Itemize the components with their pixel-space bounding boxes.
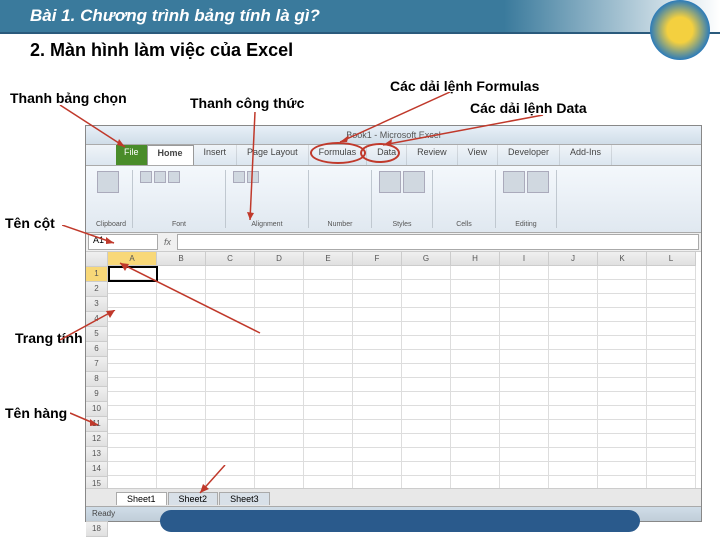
arrow-ten-hang xyxy=(70,395,105,430)
select-all[interactable] xyxy=(86,252,108,267)
logo-icon xyxy=(650,0,710,60)
ribbon-group-editing: Editing xyxy=(496,170,557,228)
ribbon-group-font: Font xyxy=(133,170,226,228)
section-subtitle: 2. Màn hình làm việc của Excel xyxy=(0,34,720,67)
arrow-ten-trang-tinh xyxy=(195,465,235,500)
col-header[interactable]: H xyxy=(451,252,500,266)
footer-bar xyxy=(160,510,640,532)
underline-icon[interactable] xyxy=(168,171,180,183)
ribbon: Clipboard Font Alignment Number Styles C… xyxy=(86,166,701,233)
col-header[interactable]: F xyxy=(353,252,402,266)
label-thanh-cong-thuc: Thanh công thức xyxy=(190,95,304,111)
arrow-o-tinh xyxy=(115,258,265,338)
fx-icon[interactable]: fx xyxy=(164,237,171,247)
oval-data xyxy=(360,143,400,163)
col-header[interactable]: L xyxy=(647,252,696,266)
format-icon[interactable] xyxy=(403,171,425,193)
paste-icon[interactable] xyxy=(97,171,119,193)
formula-bar[interactable] xyxy=(177,234,699,250)
col-header[interactable]: K xyxy=(598,252,647,266)
arrow-thanh-cong-thuc xyxy=(245,112,265,227)
tab-home[interactable]: Home xyxy=(147,145,194,165)
row-header[interactable]: 8 xyxy=(86,372,108,387)
align-icon[interactable] xyxy=(233,171,245,183)
sheet-tabs: Sheet1 Sheet2 Sheet3 xyxy=(86,488,701,507)
label-thanh-bang-chon: Thanh bảng chọn xyxy=(10,90,127,106)
label-ten-cot: Tên cột xyxy=(5,215,55,231)
row-header[interactable]: 7 xyxy=(86,357,108,372)
ribbon-group-alignment: Alignment xyxy=(226,170,309,228)
row-header[interactable]: 1 xyxy=(86,267,108,282)
arrow-ten-cot xyxy=(62,225,122,250)
col-header[interactable]: J xyxy=(549,252,598,266)
row-header[interactable]: 14 xyxy=(86,462,108,477)
styles-icon[interactable] xyxy=(379,171,401,193)
tab-insert[interactable]: Insert xyxy=(194,145,238,165)
arrow-trang-tinh xyxy=(60,310,120,350)
ribbon-group-clipboard: Clipboard xyxy=(90,170,133,228)
row-header[interactable]: 18 xyxy=(86,522,108,537)
col-header[interactable]: E xyxy=(304,252,353,266)
oval-formulas xyxy=(310,142,366,164)
ribbon-group-styles: Styles xyxy=(372,170,433,228)
sheet-tab[interactable]: Sheet1 xyxy=(116,492,167,505)
ribbon-group-cells: Cells xyxy=(433,170,496,228)
label-dai-lenh-data: Các dải lệnh Data xyxy=(470,100,587,116)
row-header[interactable]: 12 xyxy=(86,432,108,447)
ribbon-group-number: Number xyxy=(309,170,372,228)
title-bar: Bài 1. Chương trình bảng tính là gì? xyxy=(0,0,720,34)
sum-icon[interactable] xyxy=(503,171,525,193)
row-header[interactable]: 2 xyxy=(86,282,108,297)
col-header[interactable]: I xyxy=(500,252,549,266)
col-header[interactable]: G xyxy=(402,252,451,266)
sort-icon[interactable] xyxy=(527,171,549,193)
lesson-title: Bài 1. Chương trình bảng tính là gì? xyxy=(30,6,320,26)
tab-addins[interactable]: Add-Ins xyxy=(560,145,612,165)
label-ten-hang: Tên hàng xyxy=(5,405,67,421)
row-header[interactable]: 13 xyxy=(86,447,108,462)
formula-bar-row: A1 fx xyxy=(86,233,701,252)
italic-icon[interactable] xyxy=(154,171,166,183)
arrow-thanh-bang-chon xyxy=(55,105,135,155)
bold-icon[interactable] xyxy=(140,171,152,183)
arrow-data xyxy=(378,115,548,150)
